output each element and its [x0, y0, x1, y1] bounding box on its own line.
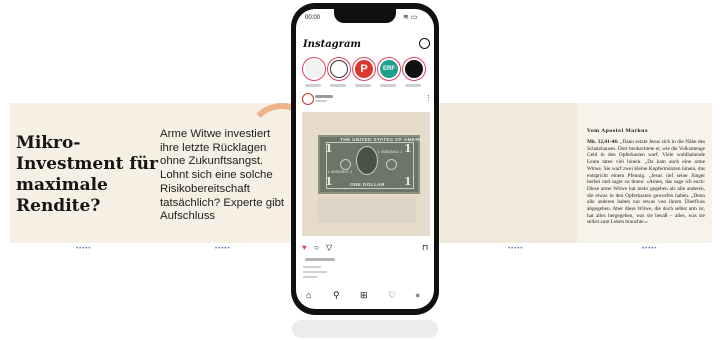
body-text: Arme Witwe investiert ihre letzte Rückla… [160, 128, 285, 223]
bill-heading: THE UNITED STATES OF AMERICA [340, 138, 429, 143]
story-wheel[interactable] [327, 57, 351, 81]
caption-placeholder [303, 266, 321, 268]
page-indicator: ••••• [642, 246, 658, 252]
seal-icon [386, 159, 397, 170]
slide-image-2[interactable] [440, 103, 575, 243]
post-subtitle [315, 100, 327, 102]
share-icon[interactable]: ▽ [326, 243, 332, 252]
erf-logo-icon: ERF [380, 60, 398, 78]
phone-shadow [292, 320, 438, 338]
page-indicator: ••••• [508, 246, 524, 252]
bible-title: Vom Apostel Markus [587, 128, 648, 134]
caption-placeholder [303, 271, 327, 273]
story-book[interactable] [402, 57, 426, 81]
add-post-icon[interactable]: ⊞ [360, 290, 368, 301]
activity-icon[interactable]: ♡ [388, 290, 396, 301]
book-icon [405, 60, 423, 78]
story-label [355, 84, 371, 87]
more-options-icon[interactable]: ⋮ [425, 94, 432, 102]
dollar-bill: THE UNITED STATES OF AMERICA 1 1 1 1 L 8… [318, 135, 428, 194]
post-username[interactable] [315, 95, 333, 98]
bill-value: 1 [325, 142, 333, 155]
page-indicator: ••••• [76, 246, 92, 252]
bill-value: 1 [325, 175, 333, 188]
bill-reflection [318, 197, 416, 223]
bible-text: Mk. 12,41-44: „Dann setzte Jesus sich in… [587, 139, 705, 226]
profile-icon[interactable]: ● [415, 290, 420, 300]
home-icon[interactable]: ⌂ [306, 290, 311, 300]
post-avatar[interactable] [302, 93, 314, 105]
caption-placeholder [303, 276, 317, 278]
story-label [330, 84, 346, 87]
p-logo-icon: P [355, 60, 373, 78]
bible-passage: „Dann setzte Jesus sich in die Nähe des … [587, 139, 706, 226]
bill-footer: ONE DOLLAR [350, 183, 385, 188]
story-avatar[interactable] [302, 57, 326, 81]
headline: Mikro-Investment für maximale Rendite? [16, 133, 158, 216]
bill-serial: L 89823401 J [328, 169, 353, 174]
story-avatar-icon [305, 60, 323, 78]
search-icon[interactable]: ⚲ [333, 290, 340, 301]
bookmark-icon[interactable]: ⊓ [422, 243, 428, 252]
bottom-nav: ⌂ ⚲ ⊞ ♡ ● [300, 290, 432, 304]
wheel-icon [330, 60, 348, 78]
app-title: Instagram [303, 39, 361, 50]
post-actions: ♥ ○ ▽ ⊓ [302, 243, 430, 253]
status-icons: ≋ ▭ [403, 14, 418, 21]
story-p[interactable]: P [352, 57, 376, 81]
likes-placeholder [305, 258, 335, 261]
story-erf[interactable]: ERF [377, 57, 401, 81]
portrait [356, 146, 378, 175]
comment-icon[interactable]: ○ [314, 243, 319, 252]
story-label [380, 84, 396, 87]
bill-value: 1 [404, 142, 412, 155]
bill-value: 1 [404, 175, 412, 188]
page-indicator: ••••• [215, 246, 231, 252]
bible-ref: Mk. 12,41-44: [587, 139, 619, 145]
messenger-icon[interactable] [419, 38, 430, 49]
phone-notch [334, 9, 396, 23]
story-label [305, 84, 321, 87]
bill-serial: L 89823401 J [378, 149, 403, 154]
story-label [405, 84, 421, 87]
heart-icon[interactable]: ♥ [302, 243, 307, 252]
status-time: 00:00 [305, 15, 321, 21]
